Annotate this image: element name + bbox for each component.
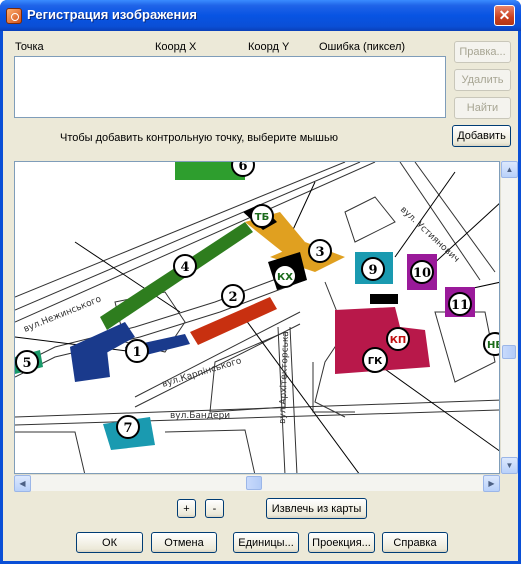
horizontal-scroll-thumb[interactable] bbox=[246, 476, 262, 490]
projection-button[interactable]: Проекция... bbox=[308, 532, 375, 553]
svg-text:ТБ: ТБ bbox=[255, 212, 269, 223]
map-horizontal-scrollbar[interactable]: ◀ ▶ bbox=[14, 474, 500, 492]
map-marker-11[interactable]: 11 bbox=[448, 292, 472, 316]
help-button[interactable]: Справка bbox=[382, 532, 448, 553]
map-vertical-scrollbar[interactable]: ▲ ▼ bbox=[500, 161, 518, 474]
svg-text:4: 4 bbox=[180, 260, 189, 275]
add-button[interactable]: Добавить bbox=[452, 125, 511, 147]
street-label-arkhitektorska: вул.Архітекторська bbox=[278, 331, 291, 424]
scroll-left-arrow[interactable]: ◀ bbox=[14, 475, 31, 492]
dialog-client-area: Точка Коорд X Коорд Y Ошибка (пиксел) Пр… bbox=[3, 31, 518, 561]
svg-text:ГК: ГК bbox=[368, 356, 383, 367]
zoom-out-button[interactable]: - bbox=[205, 499, 224, 518]
map-marker-6[interactable]: 6 bbox=[231, 162, 255, 177]
hint-text: Чтобы добавить контрольную точку, выбери… bbox=[60, 132, 338, 144]
map-marker-3[interactable]: 3 bbox=[308, 239, 332, 263]
map-marker-2[interactable]: 2 bbox=[221, 284, 245, 308]
svg-text:9: 9 bbox=[368, 263, 377, 278]
scroll-right-arrow[interactable]: ▶ bbox=[483, 475, 500, 492]
svg-text:КП: КП bbox=[390, 335, 407, 346]
ok-button[interactable]: ОК bbox=[76, 532, 143, 553]
campus-map: 1 2 3 4 5 6 7 9 10 11 ТБ КХ КП ГК НВ bbox=[15, 162, 500, 473]
find-button[interactable]: Найти bbox=[454, 97, 511, 119]
map-marker-nv[interactable]: НВ bbox=[483, 332, 500, 356]
map-marker-gk[interactable]: ГК bbox=[362, 347, 388, 373]
title-bar[interactable]: Регистрация изображения ✕ bbox=[0, 0, 521, 31]
column-header-point[interactable]: Точка bbox=[15, 41, 44, 53]
zoom-in-button[interactable]: + bbox=[177, 499, 196, 518]
map-marker-kx[interactable]: КХ bbox=[273, 264, 297, 288]
vertical-scroll-thumb[interactable] bbox=[502, 345, 516, 359]
svg-text:7: 7 bbox=[123, 421, 132, 436]
street-label-bandery: вул.Бандери bbox=[170, 411, 230, 421]
extract-from-map-button[interactable]: Извлечь из карты bbox=[266, 498, 367, 519]
scroll-up-arrow[interactable]: ▲ bbox=[501, 161, 518, 178]
scroll-down-arrow[interactable]: ▼ bbox=[501, 457, 518, 474]
edit-button[interactable]: Правка... bbox=[454, 41, 511, 63]
svg-text:5: 5 bbox=[22, 356, 31, 371]
dialog-window: Регистрация изображения ✕ Точка Коорд X … bbox=[0, 0, 521, 564]
map-marker-9[interactable]: 9 bbox=[361, 257, 385, 281]
svg-text:10: 10 bbox=[413, 266, 431, 281]
control-points-list[interactable] bbox=[14, 56, 446, 118]
app-icon bbox=[6, 8, 22, 24]
map-marker-4[interactable]: 4 bbox=[173, 254, 197, 278]
window-title: Регистрация изображения bbox=[27, 7, 197, 22]
map-marker-1[interactable]: 1 bbox=[125, 339, 149, 363]
cancel-button[interactable]: Отмена bbox=[151, 532, 217, 553]
map-marker-tb[interactable]: ТБ bbox=[250, 204, 274, 228]
column-header-error[interactable]: Ошибка (пиксел) bbox=[319, 41, 405, 53]
svg-text:КХ: КХ bbox=[277, 272, 293, 283]
map-marker-5[interactable]: 5 bbox=[15, 350, 39, 374]
svg-text:НВ: НВ bbox=[487, 340, 500, 351]
delete-button[interactable]: Удалить bbox=[454, 69, 511, 91]
map-marker-10[interactable]: 10 bbox=[410, 260, 434, 284]
map-marker-kp[interactable]: КП bbox=[386, 327, 410, 351]
map-marker-7[interactable]: 7 bbox=[116, 415, 140, 439]
svg-text:6: 6 bbox=[238, 162, 247, 174]
close-button[interactable]: ✕ bbox=[494, 5, 515, 26]
svg-text:11: 11 bbox=[451, 298, 469, 313]
map-view[interactable]: 1 2 3 4 5 6 7 9 10 11 ТБ КХ КП ГК НВ bbox=[14, 161, 500, 474]
column-header-y[interactable]: Коорд Y bbox=[248, 41, 289, 53]
street-label-karpinskoho: вул.Карпінського bbox=[161, 356, 243, 390]
column-header-x[interactable]: Коорд X bbox=[155, 41, 196, 53]
svg-text:3: 3 bbox=[315, 245, 324, 260]
units-button[interactable]: Единицы... bbox=[233, 532, 299, 553]
svg-text:1: 1 bbox=[132, 345, 141, 360]
svg-text:2: 2 bbox=[228, 290, 237, 305]
